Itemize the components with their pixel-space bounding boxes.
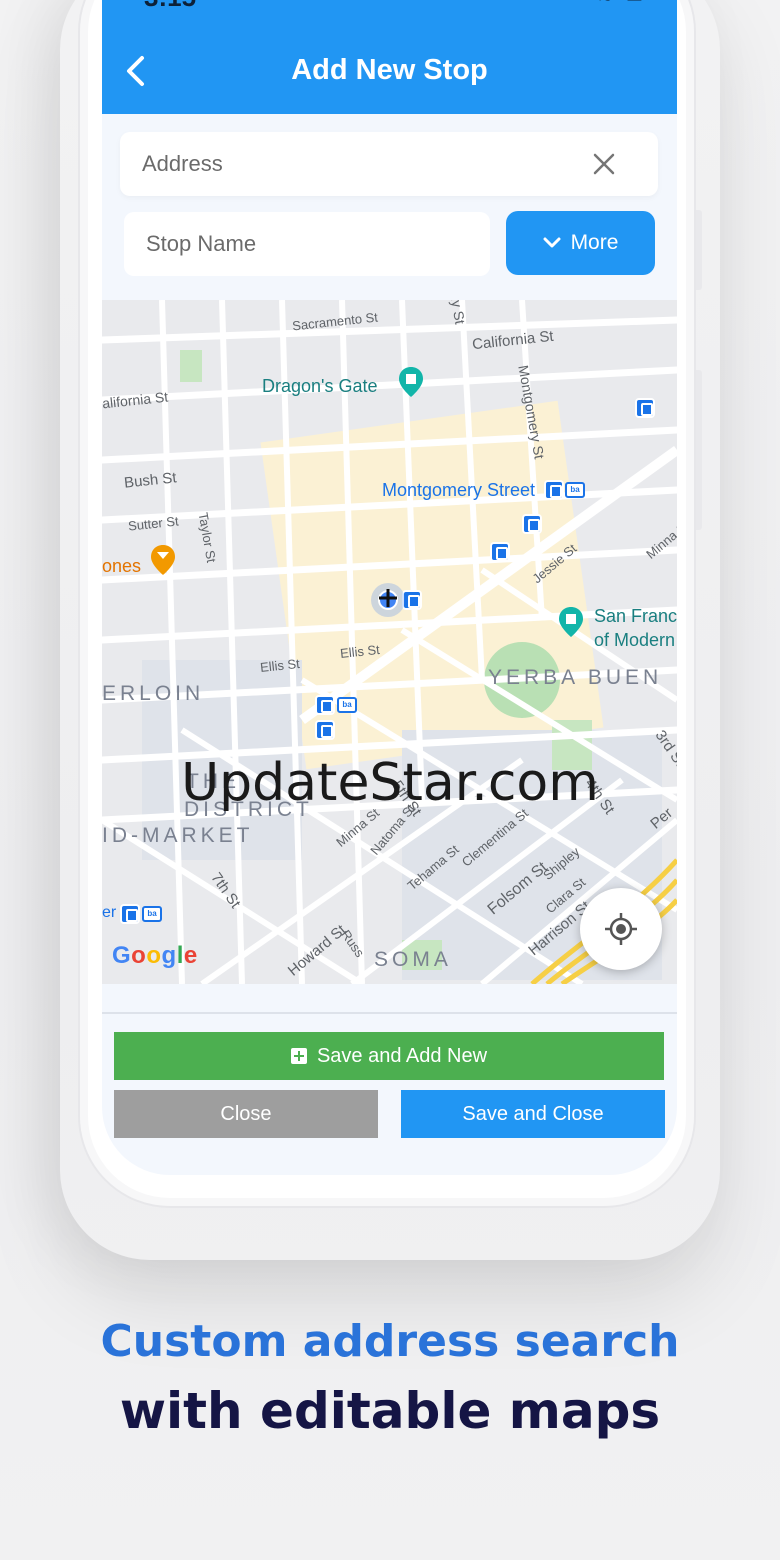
side-button (696, 370, 702, 530)
google-logo-letter: g (161, 942, 177, 969)
status-time: 3:15 (144, 0, 196, 13)
close-icon (593, 153, 615, 175)
transit-icon (522, 514, 542, 534)
google-logo-letter: o (146, 942, 162, 969)
district-label: YERBA BUEN (488, 666, 663, 689)
stop-name-input[interactable] (146, 212, 466, 276)
crosshair-icon (605, 913, 637, 945)
google-logo-letter: G (112, 942, 132, 969)
clear-address-button[interactable] (590, 150, 618, 178)
stop-name-field (124, 212, 490, 276)
landmark-pin-icon (399, 367, 423, 397)
close-button[interactable]: Close (114, 1090, 378, 1138)
app-header: 3:15 •••• ≋ ▭ Add New Stop (102, 0, 677, 114)
save-and-add-new-button[interactable]: Save and Add New (114, 1032, 664, 1080)
address-input[interactable] (142, 132, 572, 196)
save-and-close-button[interactable]: Save and Close (401, 1090, 665, 1138)
divider (102, 1012, 677, 1014)
more-button[interactable]: More (506, 211, 655, 275)
save-and-add-new-label: Save and Add New (316, 1044, 488, 1067)
district-label: ERLOIN (102, 682, 205, 705)
district-label: SOMA (374, 948, 452, 971)
side-button (696, 210, 702, 290)
add-box-icon (290, 1048, 307, 1064)
bart-icon: ba (337, 697, 357, 713)
selected-location-marker[interactable] (370, 582, 406, 618)
more-button-label: More (570, 231, 619, 254)
museum-pin-icon (559, 607, 583, 637)
save-and-close-label: Save and Close (462, 1102, 604, 1125)
poi-label: ones (102, 556, 142, 576)
transit-icon (635, 398, 655, 418)
google-logo-letter: e (183, 942, 198, 969)
transit-icon (544, 480, 564, 500)
poi-montgomery-street[interactable]: Montgomery Street (382, 480, 535, 501)
poi-label: er (102, 904, 117, 921)
transit-icon (315, 720, 335, 740)
google-logo-letter: l (176, 942, 184, 969)
transit-icon (120, 904, 140, 924)
bart-icon: ba (142, 906, 162, 922)
transit-icon (490, 542, 510, 562)
google-logo-letter: o (131, 942, 147, 969)
caption-line-1: Custom address search (100, 1316, 680, 1367)
close-button-label: Close (220, 1102, 272, 1125)
app-screen: 3:15 •••• ≋ ▭ Add New Stop More (102, 0, 677, 1175)
page-title: Add New Stop (291, 54, 488, 86)
map-view[interactable]: Sacramento St California St Montgomery S… (102, 300, 677, 984)
chevron-down-icon (543, 237, 561, 248)
caption-line-2: with editable maps (119, 1382, 661, 1440)
google-logo: Google (112, 942, 198, 970)
my-location-button[interactable] (580, 888, 662, 970)
district-label: ID-MARKET (102, 824, 254, 847)
watermark: UpdateStar.com (181, 753, 599, 813)
address-field (120, 132, 658, 196)
status-icons: •••• ≋ ▭ (548, 0, 647, 7)
transit-icon (315, 695, 335, 715)
poi-dragons-gate[interactable]: Dragon's Gate (262, 376, 378, 397)
bart-icon: ba (565, 482, 585, 498)
poi-sf-moma[interactable]: of Modern (594, 630, 675, 651)
poi-sf-moma[interactable]: San Franc (594, 606, 677, 627)
map-base (102, 300, 677, 984)
bar-pin-icon (151, 545, 175, 575)
